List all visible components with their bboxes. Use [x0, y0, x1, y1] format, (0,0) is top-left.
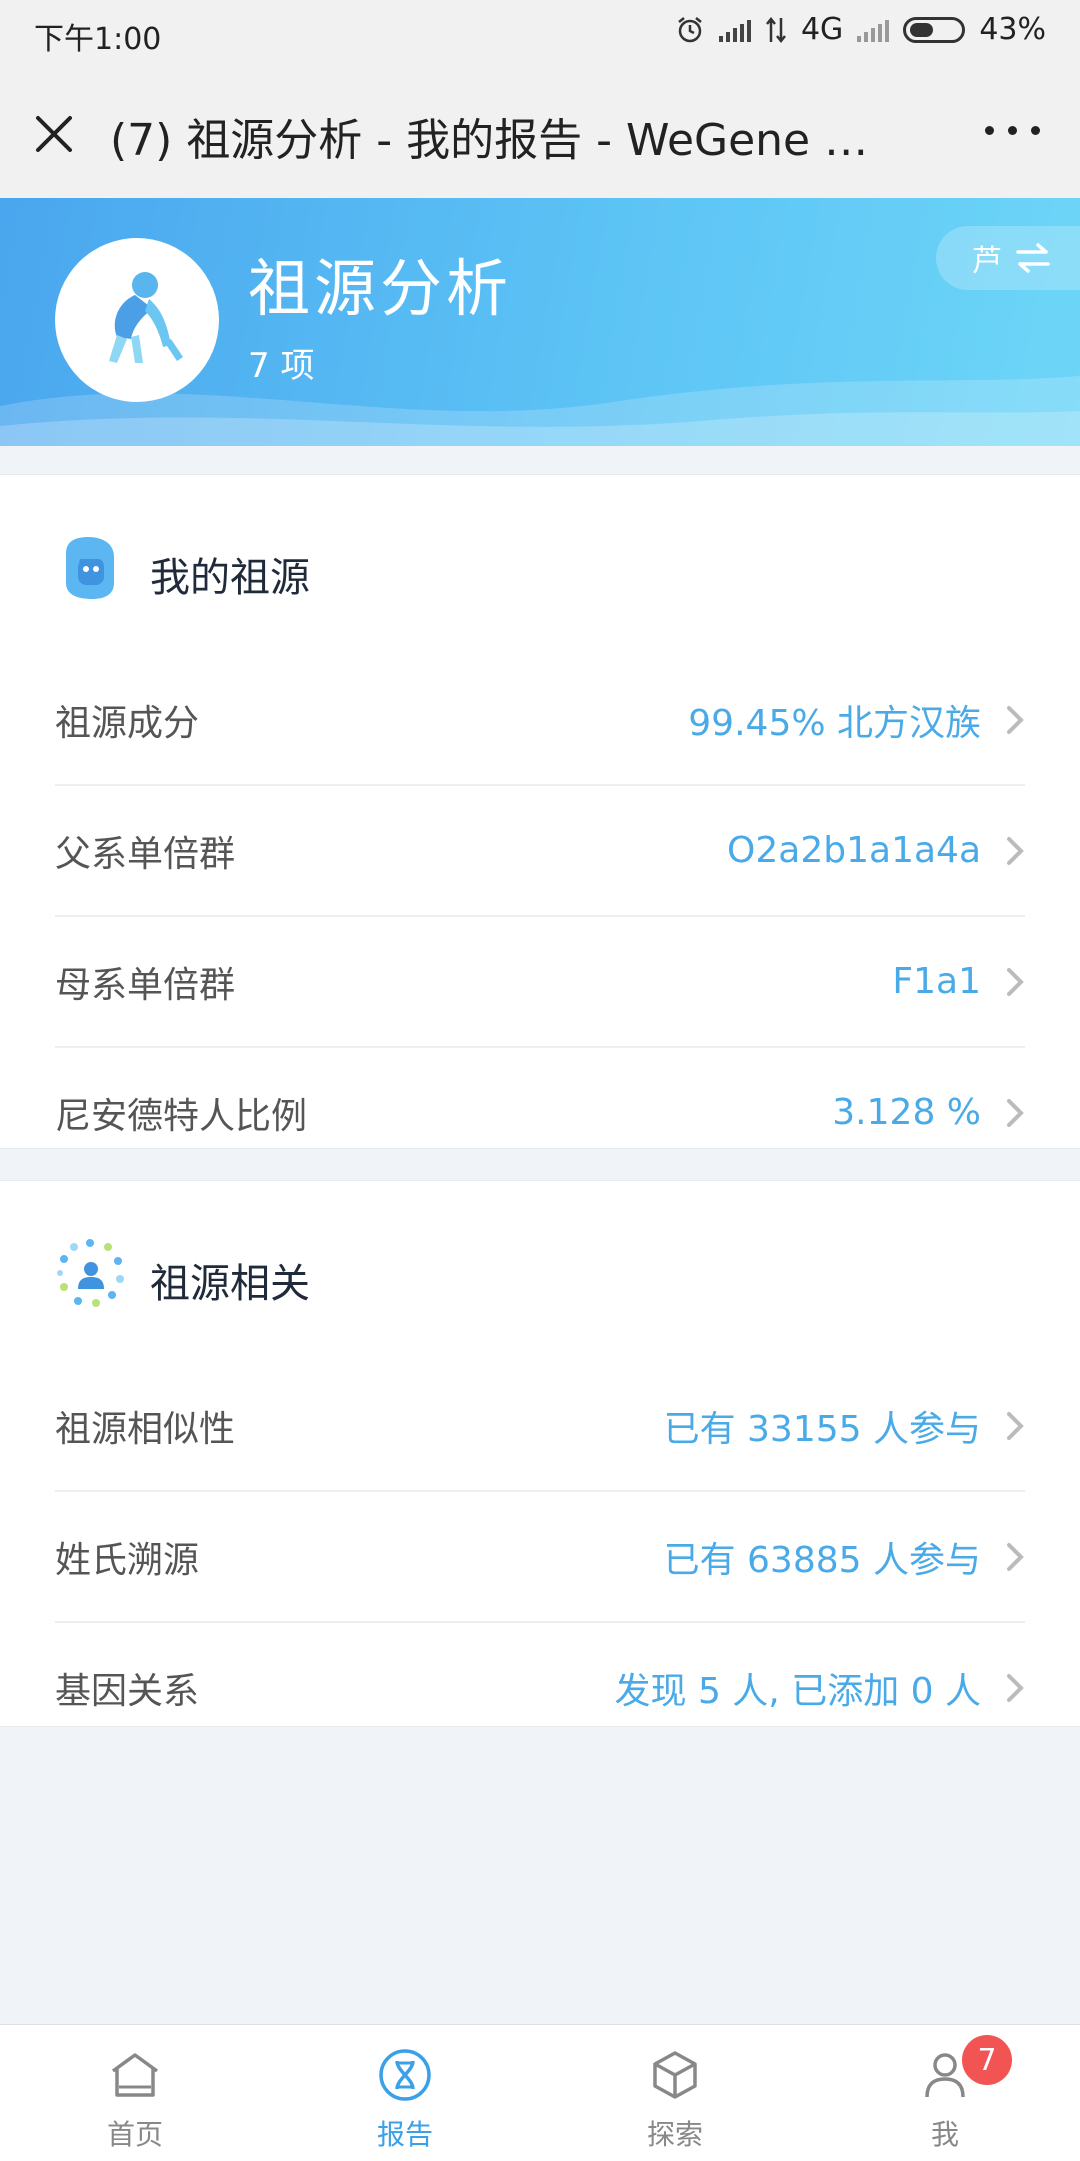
signal-icon-2 — [857, 18, 890, 42]
chevron-right-icon — [1007, 967, 1024, 996]
row-label: 父系单倍群 — [55, 833, 236, 875]
swap-icon — [1016, 243, 1050, 273]
status-time: 下午1:00 — [34, 22, 162, 57]
data-arrows-icon — [765, 16, 786, 43]
row-label: 祖源相似性 — [55, 1408, 236, 1450]
tab-explore[interactable]: 探索 — [540, 2025, 810, 2161]
battery-percent: 43% — [979, 12, 1046, 47]
banner-title: 祖源分析 — [248, 252, 513, 325]
switch-profile-button[interactable]: 芦 — [936, 226, 1080, 290]
ancestry-related-heading: 祖源相关 — [150, 1261, 310, 1307]
signal-icon — [718, 18, 751, 42]
row-value: 99.45% 北方汉族 — [688, 702, 981, 744]
my-ancestry-heading: 我的祖源 — [150, 555, 310, 601]
status-icons: 4G 43% — [675, 12, 1046, 47]
bottom-tab-bar: 首页 报告 探索 我 7 — [0, 2024, 1080, 2161]
people-network-icon — [57, 1239, 124, 1307]
row-label: 尼安德特人比例 — [55, 1095, 308, 1137]
tab-report[interactable]: 报告 — [270, 2025, 540, 2161]
row-label: 母系单倍群 — [55, 964, 236, 1006]
row-ancestry-similarity[interactable]: 祖源相似性 已有 33155 人参与 — [55, 1361, 1025, 1492]
tab-home-label: 首页 — [106, 2118, 163, 2151]
tab-me-label: 我 — [930, 2118, 959, 2151]
header-banner: 祖源分析 7 项 芦 — [0, 198, 1080, 446]
row-surname-origin[interactable]: 姓氏溯源 已有 63885 人参与 — [55, 1492, 1025, 1623]
row-genetic-relatives[interactable]: 基因关系 发现 5 人, 已添加 0 人 — [55, 1623, 1025, 1752]
alarm-icon — [678, 16, 702, 42]
chevron-right-icon — [1007, 1542, 1024, 1571]
row-value: O2a2b1a1a4a — [727, 830, 981, 871]
tab-report-label: 报告 — [376, 2118, 433, 2151]
notification-badge: 7 — [962, 2035, 1012, 2085]
row-value: 发现 5 人, 已添加 0 人 — [614, 1670, 981, 1712]
row-value: 3.128 % — [832, 1092, 981, 1133]
battery-icon — [903, 16, 966, 43]
ancestry-related-card: 祖源相关 祖源相似性 已有 33155 人参与 姓氏溯源 已有 63885 人参… — [0, 1180, 1080, 1727]
close-icon[interactable] — [26, 106, 82, 162]
page-title: (7) 祖源分析 - 我的报告 - WeGene 微… — [110, 115, 910, 166]
row-neanderthal-ratio[interactable]: 尼安德特人比例 3.128 % — [55, 1048, 1025, 1177]
home-icon — [111, 2053, 159, 2097]
ancestry-avatar — [55, 238, 219, 402]
title-bar: (7) 祖源分析 - 我的报告 - WeGene 微… — [0, 66, 1080, 199]
my-ancestry-card: 我的祖源 祖源成分 99.45% 北方汉族 父系单倍群 O2a2b1a1a4a … — [0, 474, 1080, 1149]
row-maternal-haplogroup[interactable]: 母系单倍群 F1a1 — [55, 917, 1025, 1048]
row-label: 基因关系 — [55, 1670, 200, 1712]
my-ancestry-header: 我的祖源 — [0, 475, 1080, 655]
tab-explore-label: 探索 — [646, 2118, 703, 2151]
row-ancestry-composition[interactable]: 祖源成分 99.45% 北方汉族 — [55, 655, 1025, 786]
chevron-right-icon — [1007, 1411, 1024, 1440]
row-label: 姓氏溯源 — [55, 1539, 200, 1581]
switch-profile-label: 芦 — [972, 244, 1002, 279]
network-type: 4G — [800, 12, 844, 47]
more-menu-icon[interactable] — [985, 126, 1040, 135]
row-value: F1a1 — [892, 961, 981, 1002]
row-value: 已有 33155 人参与 — [663, 1408, 981, 1450]
row-paternal-haplogroup[interactable]: 父系单倍群 O2a2b1a1a4a — [55, 786, 1025, 917]
status-bar: 下午1:00 4G 43% — [0, 0, 1080, 66]
row-label: 祖源成分 — [55, 702, 200, 744]
chevron-right-icon — [1007, 1098, 1024, 1127]
chevron-right-icon — [1007, 836, 1024, 865]
profile-face-icon — [66, 537, 114, 599]
cube-icon — [653, 2051, 697, 2099]
banner-count: 7 项 — [248, 346, 315, 386]
tab-home[interactable]: 首页 — [0, 2025, 270, 2161]
ape-icon — [109, 272, 183, 363]
tab-me[interactable]: 我 — [810, 2025, 1080, 2161]
row-value: 已有 63885 人参与 — [663, 1539, 981, 1581]
ancestry-related-header: 祖源相关 — [0, 1181, 1080, 1361]
chevron-right-icon — [1007, 705, 1024, 734]
dna-icon — [379, 2049, 431, 2101]
chevron-right-icon — [1007, 1673, 1024, 1702]
